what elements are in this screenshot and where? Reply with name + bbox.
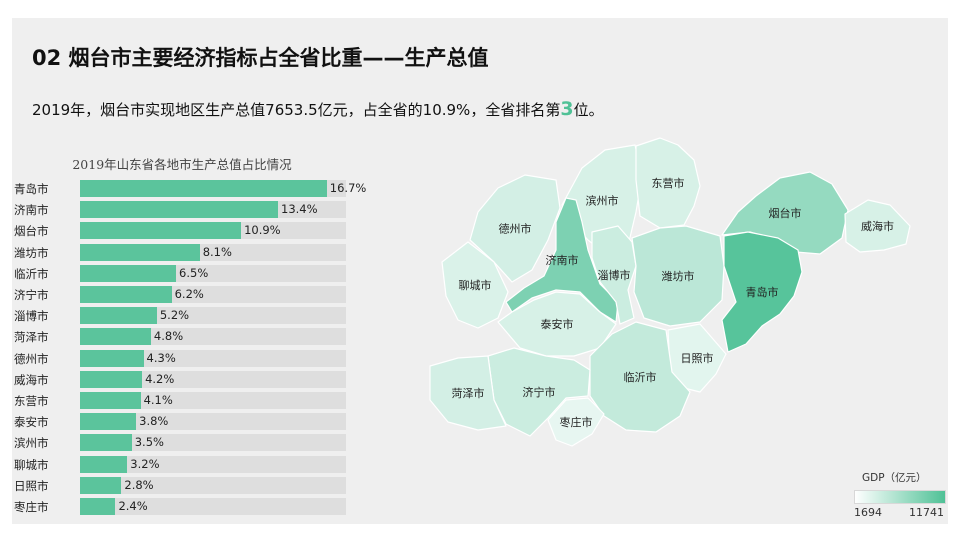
bar — [80, 370, 143, 388]
bar-category-label: 青岛市 — [14, 182, 49, 196]
bar-row: 烟台市 10.9% — [12, 221, 352, 240]
bar-row: 临沂市 6.5% — [12, 264, 352, 283]
bar-category-label: 聊城市 — [14, 457, 49, 472]
bar-value-label: 13.4% — [281, 202, 318, 217]
bar-value-label: 5.2% — [159, 308, 190, 323]
subtitle-prefix: 2019年，烟台市实现地区生产总值7653.5亿元，占全省的10.9%，全省排名… — [32, 101, 561, 119]
bar-row: 日照市 2.8% — [12, 476, 352, 495]
slide-title: 02 烟台市主要经济指标占全省比重——生产总值 — [32, 46, 489, 70]
bar-category-label: 济宁市 — [14, 288, 49, 302]
map-region-label: 聊城市 — [459, 278, 492, 292]
bar — [80, 201, 279, 219]
bar-category-label: 临沂市 — [14, 266, 49, 281]
bar-row: 聊城市 3.2% — [12, 455, 352, 474]
map-region-label: 滨州市 — [586, 194, 619, 208]
map-region-label: 威海市 — [861, 219, 894, 233]
legend-title: GDP（亿元） — [862, 472, 927, 484]
bar-row: 潍坊市 8.1% — [12, 243, 352, 262]
bar-value-label: 6.5% — [179, 265, 209, 280]
map-region-label: 青岛市 — [746, 285, 779, 299]
bar-value-label: 3.2% — [130, 456, 160, 471]
legend-max-label: 11741 — [909, 506, 944, 519]
bar-value-label: 3.5% — [134, 435, 164, 450]
bar-value-label: 2.8% — [124, 477, 154, 492]
map-region-label: 枣庄市 — [560, 415, 593, 429]
bar-value-label: 10.9% — [244, 223, 281, 238]
bar-value-label: 3.8% — [139, 414, 169, 429]
bar — [80, 498, 116, 515]
bar — [80, 222, 242, 240]
bar — [80, 286, 172, 303]
bar-category-label: 潍坊市 — [14, 245, 49, 260]
gdp-legend: GDP（亿元） 1694 11741 — [848, 470, 948, 522]
map-region-label: 济宁市 — [523, 385, 556, 399]
legend-gradient — [854, 490, 946, 504]
map-region-label: 东营市 — [652, 176, 685, 190]
subtitle-suffix: 位。 — [573, 101, 604, 119]
bar-category-label: 菏泽市 — [14, 330, 49, 345]
map-region-label: 临沂市 — [624, 370, 657, 384]
bar-row: 威海市 4.2% — [12, 370, 352, 389]
bar-category-label: 日照市 — [14, 478, 49, 493]
bar-category-label: 淄博市 — [14, 309, 49, 324]
bar — [80, 349, 144, 367]
map-region-label: 烟台市 — [769, 206, 802, 220]
map-region-label: 德州市 — [499, 222, 532, 236]
bar-value-label: 4.3% — [146, 350, 176, 365]
subtitle-rank: 3 — [560, 98, 574, 120]
bar-category-label: 德州市 — [14, 351, 49, 366]
bar-row: 淄博市 5.2% — [12, 306, 352, 325]
bar — [80, 243, 200, 261]
map-region-label: 潍坊市 — [662, 269, 695, 283]
bar — [80, 476, 122, 494]
gdp-share-bar-chart: 2019年山东省各地市生产总值占比情况 青岛市 16.7% 济南市 13.4% 烟台市 1… — [12, 150, 366, 522]
bar — [80, 264, 177, 282]
bar-category-label: 泰安市 — [14, 415, 49, 430]
bar-category-label: 济南市 — [14, 203, 49, 218]
bar-value-label: 4.2% — [145, 371, 175, 386]
bar-value-label: 6.2% — [174, 287, 204, 301]
bar-category-label: 威海市 — [14, 372, 49, 387]
map-region-label: 济南市 — [546, 253, 579, 267]
bar-category-label: 烟台市 — [14, 224, 49, 239]
bar-row: 德州市 4.3% — [12, 349, 352, 368]
legend-min-label: 1694 — [854, 506, 882, 519]
bar-row: 滨州市 3.5% — [12, 433, 352, 452]
bar — [80, 413, 137, 431]
bar — [80, 307, 157, 325]
bar-value-label: 4.8% — [153, 329, 184, 344]
bar-category-label: 滨州市 — [14, 436, 49, 451]
bar — [80, 434, 132, 452]
map-region-label: 菏泽市 — [452, 386, 485, 400]
bar — [80, 455, 128, 473]
bar-category-label: 枣庄市 — [14, 500, 49, 514]
bar-value-label: 2.4% — [118, 499, 148, 513]
bar-row: 菏泽市 4.8% — [12, 327, 352, 346]
bar-row: 枣庄市 2.4% — [12, 497, 352, 516]
map-region-label: 日照市 — [681, 351, 714, 365]
bar-value-label: 16.7% — [329, 181, 367, 195]
bar — [80, 180, 327, 197]
bar — [80, 392, 141, 409]
bar-row: 泰安市 3.8% — [12, 412, 352, 431]
bar-row: 东营市 4.1% — [12, 391, 352, 410]
bar-category-label: 东营市 — [14, 394, 49, 408]
bar-row: 济宁市 6.2% — [12, 285, 352, 304]
bar-value-label: 4.1% — [143, 393, 173, 407]
bar-row: 青岛市 16.7% — [12, 179, 366, 198]
map-region-label: 淄博市 — [598, 268, 631, 282]
map-region-label: 泰安市 — [541, 317, 574, 331]
bar — [80, 328, 151, 346]
bar-value-label: 8.1% — [202, 244, 232, 259]
bar-row: 济南市 13.4% — [12, 200, 352, 219]
slide-subtitle: 2019年，烟台市实现地区生产总值7653.5亿元，占全省的10.9%，全省排名… — [32, 98, 604, 120]
bar-chart-title: 2019年山东省各地市生产总值占比情况 — [72, 157, 292, 172]
